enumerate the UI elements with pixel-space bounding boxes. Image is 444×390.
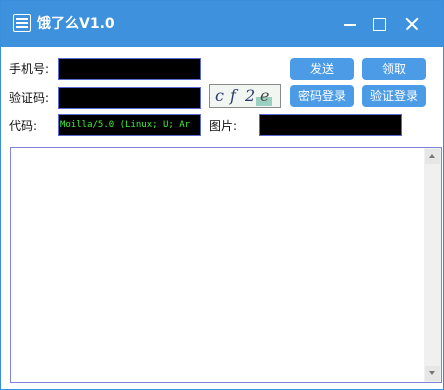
phone-label: 手机号: bbox=[9, 62, 50, 76]
captcha-char-1: c bbox=[215, 86, 224, 105]
window-title: 饿了么V1.0 bbox=[37, 16, 115, 32]
claim-button[interactable]: 领取 bbox=[362, 58, 426, 80]
vertical-scrollbar[interactable] bbox=[424, 148, 441, 382]
title-bar: 饿了么V1.0 bbox=[1, 1, 443, 47]
captcha-char-3: 2 bbox=[245, 86, 256, 105]
scroll-up-icon[interactable] bbox=[425, 149, 440, 164]
captcha-char-2: f bbox=[230, 86, 236, 105]
captcha-char-4: e bbox=[260, 86, 270, 105]
image-input[interactable] bbox=[259, 114, 402, 136]
verify-login-button[interactable]: 验证登录 bbox=[362, 85, 426, 107]
password-login-button[interactable]: 密码登录 bbox=[290, 85, 354, 107]
phone-input[interactable] bbox=[58, 58, 201, 80]
captcha-label: 验证码: bbox=[9, 91, 50, 105]
image-label: 图片: bbox=[209, 119, 238, 133]
code-label: 代码: bbox=[9, 119, 38, 133]
app-window: 饿了么V1.0 手机号: 验证码: c f 2 e 代码: Moilla/5.0… bbox=[0, 0, 444, 390]
close-icon[interactable] bbox=[397, 9, 427, 39]
scroll-down-icon[interactable] bbox=[425, 366, 440, 381]
captcha-input[interactable] bbox=[58, 87, 201, 109]
minimize-icon[interactable] bbox=[335, 9, 365, 39]
log-textarea[interactable] bbox=[10, 147, 442, 383]
app-icon bbox=[13, 14, 31, 32]
code-input[interactable]: Moilla/5.0 (Linux; U; Ar bbox=[58, 114, 201, 136]
maximize-icon[interactable] bbox=[365, 9, 395, 39]
send-button[interactable]: 发送 bbox=[290, 58, 354, 80]
captcha-image[interactable]: c f 2 e bbox=[209, 84, 281, 108]
